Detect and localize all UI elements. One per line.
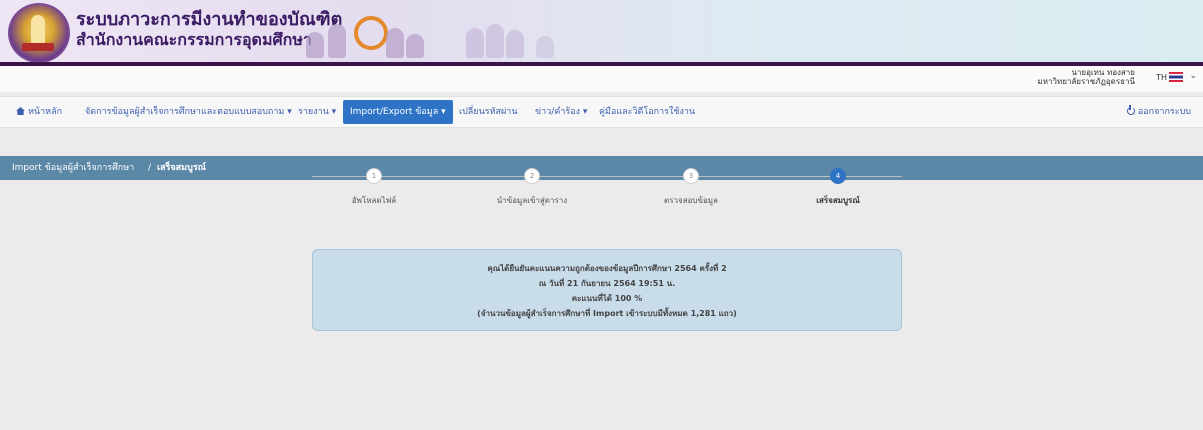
- step-track: [312, 176, 902, 177]
- success-message-box: คุณได้ยืนยันคะแนนความถูกต้องของข้อมูลปีก…: [312, 249, 902, 331]
- thai-flag-icon[interactable]: [1169, 72, 1183, 82]
- nav-news[interactable]: ข่าว/คำร้อง ▾: [535, 97, 587, 127]
- breadcrumb-current: เสร็จสมบูรณ์: [157, 163, 206, 173]
- language-label[interactable]: TH: [1156, 73, 1167, 82]
- user-strip: นายอุเทน ทองสาย มหาวิทยาลัยราชภัฏอุดรธาน…: [0, 66, 1203, 92]
- nav-manage-data[interactable]: จัดการข้อมูลผู้สำเร็จการศึกษาและตอบแบบสอ…: [85, 97, 292, 127]
- power-icon: [1126, 105, 1135, 115]
- message-count-line: (จำนวนข้อมูลผู้สำเร็จการศึกษาที่ Import …: [477, 309, 737, 318]
- step-2-label: นำข้อมูลเข้าสู่ตาราง: [496, 196, 568, 205]
- breadcrumb-parent[interactable]: Import ข้อมูลผู้สำเร็จการศึกษา: [12, 156, 134, 180]
- step-1-label: อัพโหลดไฟล์: [351, 196, 397, 205]
- user-organization: มหาวิทยาลัยราชภัฏอุดรธานี: [1037, 77, 1135, 86]
- site-banner: ระบบภาวะการมีงานทำของบัณฑิต สำนักงานคณะก…: [0, 0, 1203, 62]
- main-nav: หน้าหลัก จัดการข้อมูลผู้สำเร็จการศึกษาแล…: [0, 96, 1203, 128]
- nav-manual[interactable]: คู่มือและวิดีโอการใช้งาน: [599, 97, 695, 127]
- nav-import-export[interactable]: Import/Export ข้อมูล ▾: [343, 100, 453, 124]
- banner-people-illustration: [306, 6, 606, 58]
- step-1-indicator: 1: [366, 168, 382, 184]
- message-score-line: คะแนนที่ได้ 100 %: [571, 294, 643, 303]
- chevron-down-icon[interactable]: ⌄: [1189, 71, 1197, 81]
- nav-home[interactable]: หน้าหลัก: [16, 97, 62, 127]
- step-2-indicator: 2: [524, 168, 540, 184]
- university-logo: [8, 3, 70, 62]
- nav-logout[interactable]: ออกจากระบบ: [1126, 97, 1191, 127]
- breadcrumb-separator: /: [148, 163, 152, 173]
- site-subtitle: สำนักงานคณะกรรมการอุดมศึกษา: [76, 30, 312, 49]
- home-icon: [16, 107, 25, 115]
- step-4-indicator: 4: [830, 168, 846, 184]
- nav-report[interactable]: รายงาน ▾: [298, 97, 336, 127]
- user-name: นายอุเทน ทองสาย: [1071, 68, 1135, 77]
- step-3-indicator: 3: [683, 168, 699, 184]
- user-menu[interactable]: นายอุเทน ทองสาย มหาวิทยาลัยราชภัฏอุดรธาน…: [1037, 68, 1135, 86]
- message-confirm-line: คุณได้ยืนยันคะแนนความถูกต้องของข้อมูลปีก…: [487, 264, 727, 273]
- nav-change-password[interactable]: เปลี่ยนรหัสผ่าน: [459, 97, 517, 127]
- step-3-label: ตรวจสอบข้อมูล: [664, 196, 718, 205]
- step-4-label: เสร็จสมบูรณ์: [816, 196, 860, 205]
- message-date-line: ณ วันที่ 21 กันยายน 2564 19:51 น.: [538, 279, 676, 288]
